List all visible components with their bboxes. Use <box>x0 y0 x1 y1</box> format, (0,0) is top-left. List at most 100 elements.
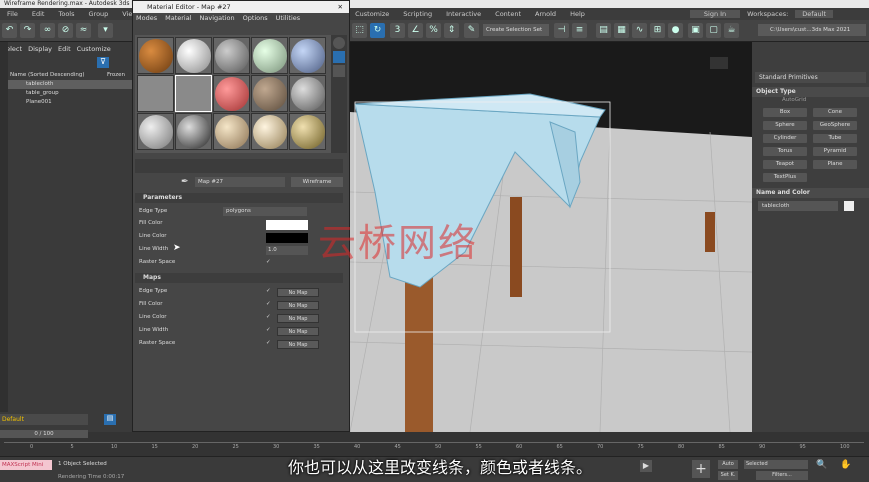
sample-slot[interactable] <box>289 75 326 112</box>
med-menu-options[interactable]: Options <box>243 13 268 23</box>
toggle-ribbon-icon[interactable]: ▦ <box>614 23 629 38</box>
create-teapot-button[interactable]: Teapot <box>763 160 807 169</box>
create-cylinder-button[interactable]: Cylinder <box>763 134 807 143</box>
autogrid-checkbox[interactable]: AutoGrid <box>752 97 869 106</box>
set-key-button[interactable]: Set K. <box>718 471 738 480</box>
key-filter-dropdown[interactable]: Selected <box>744 460 808 469</box>
map-fill-color-button[interactable]: No Map <box>277 301 319 310</box>
close-icon[interactable]: ✕ <box>338 1 343 13</box>
scene-tab-edit[interactable]: Edit <box>58 45 71 53</box>
create-sphere-button[interactable]: Sphere <box>763 121 807 130</box>
maps-rollout[interactable]: Maps <box>135 273 343 283</box>
link-icon[interactable]: ∞ <box>40 23 55 38</box>
create-pyramid-button[interactable]: Pyramid <box>813 147 857 156</box>
sample-slot[interactable] <box>213 75 250 112</box>
time-slider[interactable]: 0 / 100 <box>0 430 88 438</box>
render-setup-icon[interactable]: ▣ <box>688 23 703 38</box>
map-edge-type-button[interactable]: No Map <box>277 288 319 297</box>
auto-key-button[interactable]: Auto <box>718 460 738 469</box>
menu-help[interactable]: Help <box>563 10 592 18</box>
layer-explorer-icon[interactable]: ▤ <box>596 23 611 38</box>
sample-slot[interactable] <box>251 75 288 112</box>
sample-slot[interactable] <box>251 113 288 150</box>
scene-tab-display[interactable]: Display <box>28 45 52 53</box>
med-menu-modes[interactable]: Modes <box>136 13 157 23</box>
menu-file[interactable]: File <box>0 10 25 18</box>
bind-spacewarp-icon[interactable]: ≈ <box>76 23 91 38</box>
object-type-rollout[interactable]: Object Type <box>752 87 869 97</box>
schematic-view-icon[interactable]: ⊞ <box>650 23 665 38</box>
map-line-color-checkbox[interactable]: ✓ <box>266 314 271 320</box>
edit-named-selection-icon[interactable]: ✎ <box>464 23 479 38</box>
edge-type-dropdown[interactable]: polygons <box>223 207 307 216</box>
sign-in-button[interactable]: Sign In <box>689 10 741 18</box>
pan-icon[interactable]: ✋ <box>840 460 851 470</box>
viewcube-icon[interactable] <box>710 57 728 69</box>
create-geosphere-button[interactable]: GeoSphere <box>813 121 857 130</box>
map-line-color-button[interactable]: No Map <box>277 314 319 323</box>
redo-icon[interactable]: ↷ <box>20 23 35 38</box>
name-and-color-rollout[interactable]: Name and Color <box>752 188 869 198</box>
menu-interactive[interactable]: Interactive <box>439 10 488 18</box>
create-tube-button[interactable]: Tube <box>813 134 857 143</box>
layer-dropdown[interactable]: Default <box>0 414 88 425</box>
raster-space-checkbox[interactable]: ✓ <box>266 259 271 265</box>
fill-color-swatch[interactable] <box>266 220 308 230</box>
scene-item-plane001[interactable]: Plane001 <box>0 98 133 107</box>
sample-slot[interactable] <box>251 37 288 74</box>
med-menu-navigation[interactable]: Navigation <box>200 13 235 23</box>
object-name-field[interactable]: tablecloth <box>758 201 838 211</box>
sample-slot[interactable] <box>213 37 250 74</box>
sample-slot[interactable] <box>175 37 212 74</box>
line-width-spinner[interactable]: 1.0 <box>266 246 308 255</box>
mirror-icon[interactable]: ⊣ <box>554 23 569 38</box>
undo-icon[interactable]: ↶ <box>2 23 17 38</box>
layer-explorer-toggle-icon[interactable]: ▤ <box>104 414 116 425</box>
background-icon[interactable] <box>333 65 345 77</box>
map-type-button[interactable]: Wireframe <box>291 177 343 187</box>
scene-item-tablecloth[interactable]: tablecloth <box>0 80 133 89</box>
unlink-icon[interactable]: ⊘ <box>58 23 73 38</box>
map-fill-color-checkbox[interactable]: ✓ <box>266 301 271 307</box>
map-line-width-checkbox[interactable]: ✓ <box>266 327 271 333</box>
parameters-rollout[interactable]: Parameters <box>135 193 343 203</box>
timeline[interactable]: 0 / 100 0 5 10 15 20 25 30 35 40 45 50 55 60 65 70 75 80… <box>0 430 869 456</box>
map-name-field[interactable]: Map #27 <box>195 177 285 187</box>
render-teapot-icon[interactable]: ☕ <box>724 23 739 38</box>
object-color-swatch[interactable] <box>844 201 854 211</box>
scene-item-table-group[interactable]: table_group <box>0 89 133 98</box>
angle-snap-icon[interactable]: ∠ <box>408 23 423 38</box>
create-cone-button[interactable]: Cone <box>813 108 857 117</box>
menu-tools[interactable]: Tools <box>51 10 81 18</box>
menu-customize[interactable]: Customize <box>348 10 396 18</box>
map-raster-space-button[interactable]: No Map <box>277 340 319 349</box>
project-path-field[interactable]: C:\Users\cust...3ds Max 2021 <box>758 24 866 36</box>
selection-set-dropdown[interactable]: Create Selection Set <box>483 24 549 36</box>
map-edge-type-checkbox[interactable]: ✓ <box>266 288 271 294</box>
spinner-snap-icon[interactable]: ⇕ <box>444 23 459 38</box>
category-dropdown[interactable]: Standard Primitives <box>755 72 866 83</box>
create-plane-button[interactable]: Plane <box>813 160 857 169</box>
sample-slot[interactable] <box>137 37 174 74</box>
sample-slot[interactable] <box>137 75 174 112</box>
create-box-button[interactable]: Box <box>763 108 807 117</box>
sample-slot[interactable] <box>289 113 326 150</box>
render-frame-window-icon[interactable]: ▢ <box>706 23 721 38</box>
eyedropper-icon[interactable]: ✒ <box>181 177 189 187</box>
column-header-name[interactable]: Name (Sorted Descending) <box>10 71 85 80</box>
key-filters-button[interactable]: Filters... <box>756 471 808 480</box>
align-icon[interactable]: ≡ <box>572 23 587 38</box>
column-header-frozen[interactable]: Frozen <box>107 71 125 80</box>
create-torus-button[interactable]: Torus <box>763 147 807 156</box>
sample-slot[interactable] <box>213 113 250 150</box>
snap-3d-icon[interactable]: 3 <box>390 23 405 38</box>
maxscript-listener[interactable]: MAXScript Mini <box>0 460 52 470</box>
map-line-width-button[interactable]: No Map <box>277 327 319 336</box>
scene-tab-customize[interactable]: Customize <box>77 45 111 53</box>
med-menu-utilities[interactable]: Utilities <box>276 13 300 23</box>
material-editor-icon[interactable]: ● <box>668 23 683 38</box>
sample-type-icon[interactable] <box>333 37 345 49</box>
sample-slot[interactable] <box>175 113 212 150</box>
zoom-icon[interactable]: 🔍 <box>816 460 827 470</box>
line-color-swatch[interactable] <box>266 233 308 243</box>
